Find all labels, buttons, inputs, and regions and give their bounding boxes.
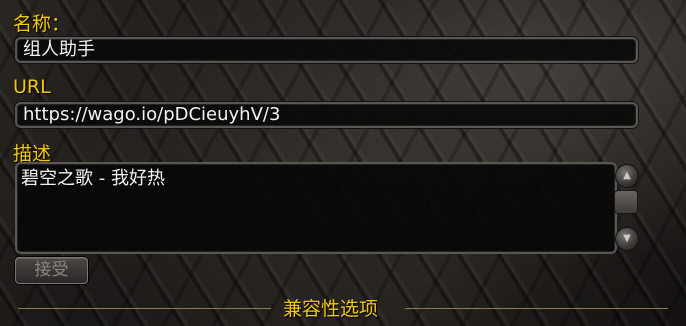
scroll-down-icon[interactable]: ▼	[615, 227, 639, 251]
description-textarea[interactable]: 碧空之歌 - 我好热	[15, 162, 617, 254]
section-divider-left	[18, 308, 271, 309]
url-field[interactable]: https://wago.io/pDCieuyhV/3	[15, 102, 638, 128]
url-label: URL	[13, 76, 51, 98]
name-field[interactable]: 组人助手	[15, 37, 638, 63]
scroll-thumb[interactable]	[614, 190, 638, 214]
scroll-up-icon[interactable]: ▲	[615, 164, 639, 188]
name-label: 名称：	[13, 13, 71, 35]
section-divider-right	[405, 308, 668, 309]
compatibility-section-title: 兼容性选项	[283, 298, 379, 320]
accept-button[interactable]: 接受	[15, 257, 88, 284]
